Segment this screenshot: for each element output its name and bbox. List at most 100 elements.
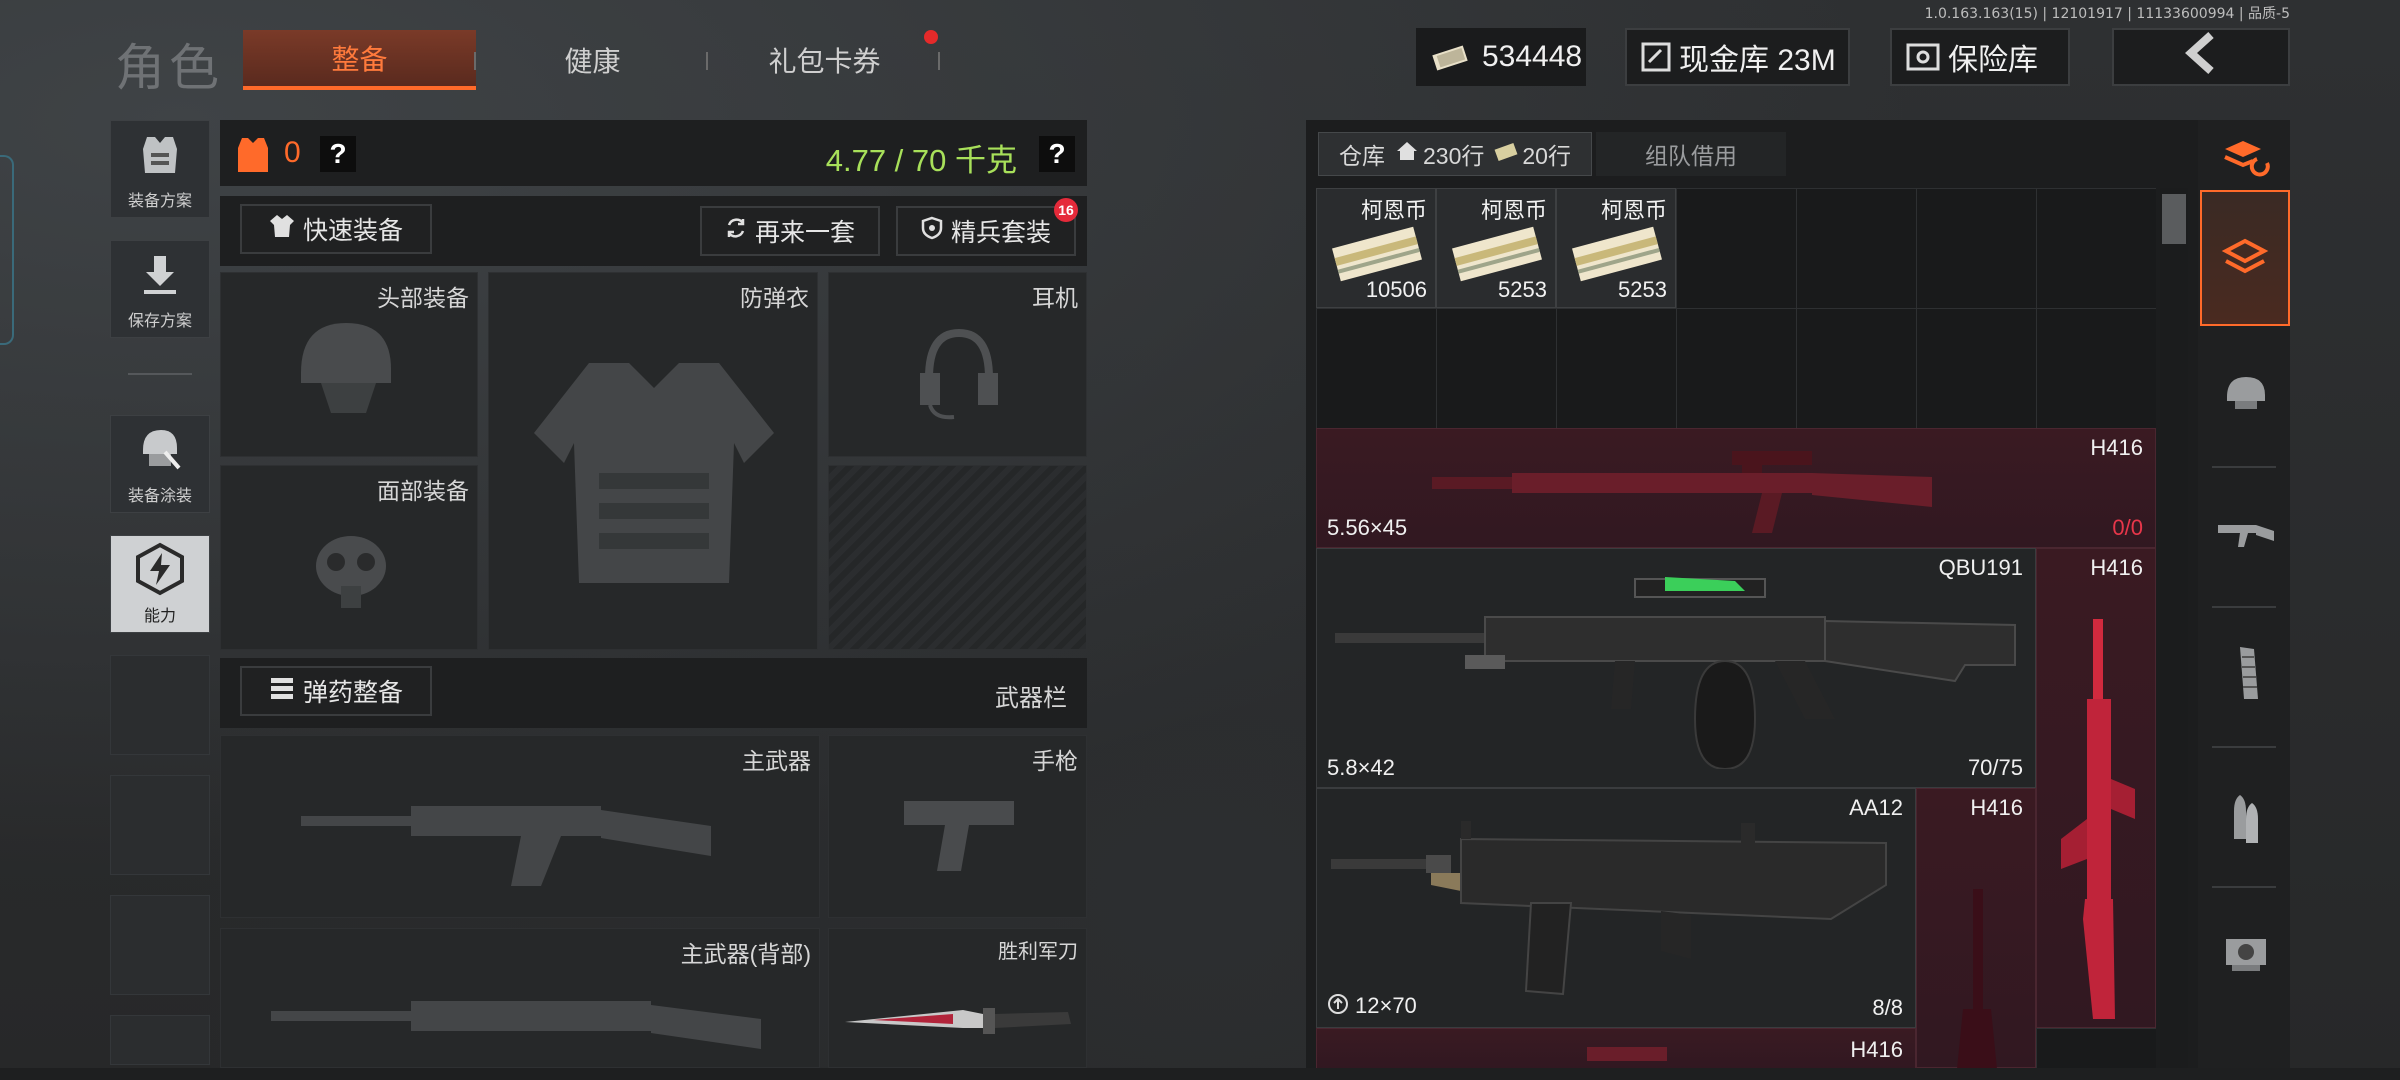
storage-scrollbar[interactable] <box>2160 188 2188 1068</box>
button-label: 精兵套装 <box>950 219 1051 247</box>
item-weapon-aa12[interactable]: AA12 12×70 8/8 <box>1316 788 1916 1028</box>
category-attachment[interactable] <box>2202 910 2290 1000</box>
category-divider <box>2212 606 2276 608</box>
primary-back-slot[interactable]: 主武器(背部) <box>220 928 820 1068</box>
button-label: 再来一套 <box>754 219 855 247</box>
ammo-count: 8/8 <box>1872 995 1903 1020</box>
slot-label: 头部装备 <box>377 285 469 311</box>
rifle-drum-icon <box>1335 569 2025 775</box>
safe-icon <box>1906 42 1940 72</box>
rifle-icon <box>301 776 721 901</box>
category-rifle[interactable] <box>2202 490 2290 580</box>
equipment-paint-button[interactable]: 装备涂装 <box>110 415 210 513</box>
side-drawer-handle[interactable] <box>0 155 14 345</box>
home-icon <box>1395 140 1419 168</box>
tab-health[interactable]: 健康 <box>476 30 709 90</box>
headset-slot[interactable]: 耳机 <box>828 272 1087 457</box>
nav-divider <box>128 373 192 375</box>
tab-label: 仓库 <box>1339 143 1386 169</box>
quick-equip-button[interactable]: 快速装备 <box>240 204 432 254</box>
tab-warehouse[interactable]: 仓库 230行 20行 <box>1318 132 1592 176</box>
caliber: 5.56×45 <box>1327 515 1408 540</box>
item-coin[interactable]: 柯恩币 5253 <box>1556 188 1676 308</box>
tab-loadout[interactable]: 整备 <box>243 30 476 90</box>
ability-button[interactable]: 能力 <box>110 535 210 633</box>
item-coin[interactable]: 柯恩币 10506 <box>1316 188 1436 308</box>
loadout-preset-button[interactable]: 装备方案 <box>110 120 210 218</box>
vault-card-icon <box>1641 42 1671 72</box>
cash-icon <box>1430 42 1470 72</box>
extra-rows: 20行 <box>1522 143 1571 169</box>
notification-dot <box>924 30 938 44</box>
knife-slot[interactable]: 胜利军刀 <box>828 928 1087 1068</box>
gas-mask-icon <box>306 526 396 621</box>
tab-team-borrow[interactable]: 组队借用 <box>1596 132 1786 176</box>
item-weapon-h416[interactable]: H416 <box>1316 1028 1916 1068</box>
scope-icon <box>2222 931 2270 980</box>
knife-icon <box>843 994 1073 1049</box>
tab-gift-vouchers[interactable]: 礼包卡券 <box>708 30 941 90</box>
helmet-paint-icon <box>135 416 185 482</box>
elite-set-button[interactable]: 精兵套装 <box>896 206 1076 256</box>
empty-nav-slot <box>110 775 210 875</box>
cash-vault-button[interactable]: 现金库 23M <box>1625 28 1850 86</box>
reroll-set-button[interactable]: 再来一套 <box>700 206 880 256</box>
back-button[interactable] <box>2112 28 2290 86</box>
item-count: 5253 <box>1498 277 1547 302</box>
item-weapon-qbu191[interactable]: QBU191 5.8×42 70/75 <box>1316 548 2036 788</box>
item-coin[interactable]: 柯恩币 5253 <box>1436 188 1556 308</box>
item-weapon-h416[interactable]: H416 5.56×45 0/0 <box>1316 428 2156 548</box>
rifle-icon <box>2216 515 2276 556</box>
face-gear-slot[interactable]: 面部装备 <box>220 465 478 650</box>
primary-weapon-slot[interactable]: 主武器 <box>220 735 820 918</box>
safe-button[interactable]: 保险库 <box>1890 28 2070 86</box>
slot-label: 防弹衣 <box>740 285 809 311</box>
item-count: 10506 <box>1365 277 1427 302</box>
home-rows: 230行 <box>1423 143 1485 169</box>
save-preset-button[interactable]: 保存方案 <box>110 240 210 338</box>
caliber: 5.8×42 <box>1327 755 1395 780</box>
head-gear-slot[interactable]: 头部装备 <box>220 272 478 457</box>
item-name: H416 <box>1970 795 2023 820</box>
weight-help-button[interactable]: ? <box>1039 136 1075 172</box>
pistol-slot[interactable]: 手枪 <box>828 735 1087 918</box>
item-name: H416 <box>1850 1037 1903 1062</box>
vest-icon <box>519 343 789 598</box>
version-text: 1.0.163.163(15) | 12101917 | 11133600994… <box>1924 6 2290 22</box>
ammo-prep-button[interactable]: 弹药整备 <box>240 666 432 716</box>
item-name: AA12 <box>1849 795 1903 820</box>
weight-bar: 0 ? 4.77 / 70 千克 ? <box>220 120 1087 186</box>
sort-button[interactable] <box>2202 112 2290 202</box>
category-helmet[interactable] <box>2202 350 2290 440</box>
all-items-icon <box>2220 231 2270 286</box>
rifle-red-icon <box>1432 437 2032 543</box>
empty-nav-slot <box>110 1015 210 1065</box>
category-magazine[interactable] <box>2202 630 2290 720</box>
caliber-group: 12×70 <box>1327 993 1417 1021</box>
body-armor-slot[interactable]: 防弹衣 <box>488 272 818 650</box>
headset-icon <box>914 323 1004 428</box>
item-weapon-h416-vertical[interactable]: H416 <box>2036 548 2156 1028</box>
item-name: H416 <box>2090 435 2143 460</box>
shell-icon <box>1327 993 1349 1021</box>
armor-help-button[interactable]: ? <box>320 136 356 172</box>
nav-label: 能力 <box>143 608 176 625</box>
slot-label: 手枪 <box>1032 748 1078 774</box>
currency-amount: 534448 <box>1482 40 1583 73</box>
ammo-capacity: 0 <box>2130 515 2143 540</box>
category-ammo[interactable] <box>2202 774 2290 864</box>
category-all[interactable] <box>2200 190 2290 326</box>
slot-label: 胜利军刀 <box>998 941 1078 963</box>
currency-display: 534448 <box>1416 28 1586 86</box>
scrollbar-thumb[interactable] <box>2162 194 2186 244</box>
cash-vault-label: 现金库 23M <box>1679 44 1836 77</box>
ammo-count: 70/75 <box>1967 755 2023 780</box>
rifle-back-icon <box>271 989 771 1074</box>
slot-label: 耳机 <box>1032 285 1078 311</box>
item-weapon-h416-vertical[interactable]: H416 <box>1916 788 2036 1069</box>
slot-label: 主武器 <box>742 748 811 774</box>
empty-nav-slot <box>110 895 210 995</box>
nav-label: 装备方案 <box>127 193 192 210</box>
page-title: 角色 <box>115 40 223 96</box>
ammo-stack-icon <box>269 675 295 708</box>
